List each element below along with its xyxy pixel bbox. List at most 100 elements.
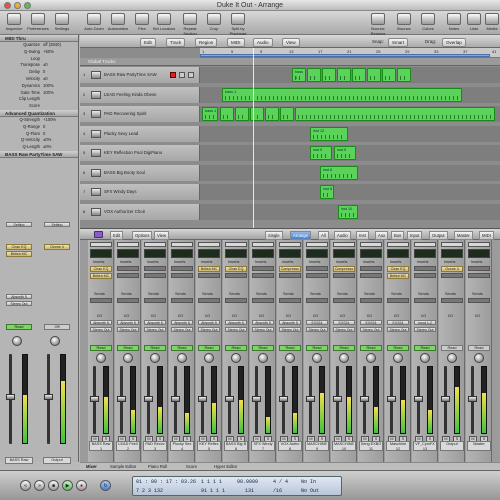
toolbar-flex-button[interactable]: Flex xyxy=(130,13,154,31)
insert-slot[interactable] xyxy=(333,273,355,278)
setting-button[interactable] xyxy=(360,242,382,247)
mute-button[interactable] xyxy=(179,72,185,78)
midi-region[interactable]: bass 1 xyxy=(202,107,218,121)
setting-button[interactable] xyxy=(90,242,112,247)
insert-slot[interactable] xyxy=(279,273,301,278)
strip-name[interactable]: Output xyxy=(43,456,71,464)
toolbar-automation-button[interactable]: Automation xyxy=(106,13,130,31)
volume-fader[interactable] xyxy=(252,366,261,434)
toolbar-settings-button[interactable]: Settings xyxy=(50,13,74,31)
param-value[interactable]: ±0 xyxy=(42,62,78,69)
playhead[interactable] xyxy=(253,48,254,228)
link-icon[interactable] xyxy=(94,231,103,238)
insert-slot[interactable] xyxy=(171,266,193,271)
insert-slot[interactable]: Compresso xyxy=(279,266,301,272)
inspector-param[interactable]: Quantize off (3840) xyxy=(0,42,78,49)
strip-name[interactable]: MASCHINE 9 xyxy=(305,441,329,451)
filter-inst[interactable]: Inst xyxy=(356,231,369,240)
fader-cap[interactable] xyxy=(387,396,396,402)
insert-slot[interactable]: Chan EQ xyxy=(90,266,112,272)
inspector-param[interactable]: Score xyxy=(0,103,78,110)
pan-knob[interactable] xyxy=(474,353,484,363)
eq-thumbnail[interactable] xyxy=(414,249,436,258)
fader-cap[interactable] xyxy=(44,393,53,400)
track-name[interactable]: PAD Recovering Spirit xyxy=(104,111,146,116)
automation-read[interactable]: Off xyxy=(44,323,70,330)
arrange-menu-audio[interactable]: Audio xyxy=(253,38,273,47)
send-slot[interactable] xyxy=(360,298,382,303)
filter-output[interactable]: Output xyxy=(429,231,448,240)
toolbar-crop-button[interactable]: Crop xyxy=(202,13,226,31)
pan-knob[interactable] xyxy=(231,353,241,363)
pan-knob[interactable] xyxy=(312,353,322,363)
midi-region[interactable]: inst 6 xyxy=(320,165,358,180)
setting-button[interactable] xyxy=(144,242,166,247)
setting-button[interactable] xyxy=(441,242,463,247)
adv-quantize-header[interactable]: Advanced Quantization xyxy=(0,109,78,117)
inspector-param[interactable]: Transpose ±0 xyxy=(0,62,78,69)
tab-mixer[interactable]: Mixer xyxy=(86,464,97,469)
param-value[interactable]: +100% xyxy=(42,117,78,124)
output-slot[interactable]: Stereo Out xyxy=(144,327,166,332)
tempo-value[interactable]: 90.0000 xyxy=(237,479,258,485)
eq-thumbnail[interactable] xyxy=(441,249,463,258)
param-value[interactable]: 0 xyxy=(42,131,78,138)
volume-fader[interactable] xyxy=(144,366,153,434)
fader-cap[interactable] xyxy=(252,396,261,402)
inspector-param[interactable]: Q-Flam 0 xyxy=(0,131,78,138)
input-slot[interactable]: Absynth 5 xyxy=(171,320,193,325)
filter-input[interactable]: Input xyxy=(407,231,423,240)
arrange-menu-edit[interactable]: Edit xyxy=(140,38,156,47)
output-slot[interactable]: Stereo Out xyxy=(171,327,193,332)
output-slot[interactable]: Stereo Out xyxy=(360,327,382,332)
play-icon[interactable]: ▶ xyxy=(62,480,73,491)
inspector-param[interactable]: Dynamics 100% xyxy=(0,83,78,90)
filter-bus[interactable]: Bus xyxy=(391,231,405,240)
cycle-icon[interactable]: ↻ xyxy=(100,480,111,491)
track-header[interactable]: 7 SFX Windy Days xyxy=(80,184,200,200)
volume-fader[interactable] xyxy=(6,353,15,444)
strip-name[interactable]: LEAD Feeli 2 xyxy=(116,441,140,451)
input-slot[interactable]: Absynth 5 xyxy=(279,320,301,325)
midi-region[interactable] xyxy=(322,68,336,82)
send-slot[interactable] xyxy=(333,298,355,303)
track-name[interactable]: VOX Authorizer Choir xyxy=(104,209,145,214)
setting-button[interactable] xyxy=(198,242,220,247)
input-slot[interactable]: Absynth 5 xyxy=(90,320,112,325)
track-lane[interactable]: inst 10 xyxy=(200,203,500,220)
strip-name[interactable]: BASS Raw xyxy=(5,456,33,464)
output-slot[interactable]: Stereo Out xyxy=(225,327,247,332)
output-slot[interactable]: Stereo Out xyxy=(117,327,139,332)
strip-name[interactable]: VF_CymFX 13 xyxy=(413,441,437,451)
send-slot[interactable] xyxy=(279,298,301,303)
eq-thumbnail[interactable] xyxy=(360,249,382,258)
filter-master[interactable]: Master xyxy=(454,231,473,240)
volume-fader[interactable] xyxy=(441,366,450,434)
track-name[interactable]: BASS Raw PartyTime SAW xyxy=(104,72,157,77)
toolbar-media-button[interactable]: Media xyxy=(480,13,500,31)
track-row[interactable]: 3 PAD Recovering Spirit bass 1 xyxy=(80,106,500,122)
insert-slot[interactable] xyxy=(225,273,247,278)
inspector-param[interactable]: Loop xyxy=(0,56,78,63)
inspector-param[interactable]: Q-Strength +100% xyxy=(0,117,78,124)
param-value[interactable]: ±0 xyxy=(42,76,78,83)
insert-slot[interactable] xyxy=(468,266,490,271)
cycle-region[interactable] xyxy=(200,54,490,57)
insert-slot[interactable] xyxy=(360,266,382,271)
send-slot[interactable] xyxy=(117,298,139,303)
track-name[interactable]: KEY Reflection Pool DigiPiano xyxy=(104,150,162,155)
toolbar-bounce-button[interactable]: Bounce xyxy=(392,13,416,31)
fader-cap[interactable] xyxy=(6,393,15,400)
volume-fader[interactable] xyxy=(387,366,396,434)
automation-read[interactable]: Read xyxy=(252,345,274,351)
param-value[interactable]: off (3840) xyxy=(42,42,78,49)
strip-name[interactable]: Xeng EXBO 11 xyxy=(359,441,383,451)
setting-button[interactable] xyxy=(171,242,193,247)
fader-cap[interactable] xyxy=(144,396,153,402)
pan-knob[interactable] xyxy=(258,353,268,363)
volume-fader[interactable] xyxy=(90,366,99,434)
track-header[interactable]: 8 VOX Authorizer Choir xyxy=(80,203,200,220)
track-header[interactable]: 1 BASS Raw PartyTime SAW xyxy=(80,67,200,83)
midi-region[interactable]: bass 1 xyxy=(222,87,462,102)
input-slot[interactable]: Absynth 5 xyxy=(225,320,247,325)
